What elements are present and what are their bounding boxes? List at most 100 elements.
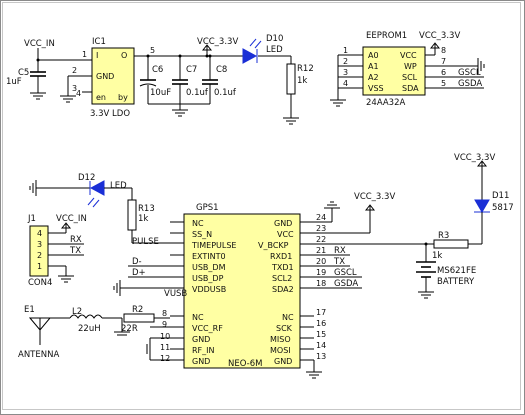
gps-rnum-13: 13 [316,352,326,361]
eeprom-num-3: 3 [343,68,348,77]
r13-value: 1k [138,214,148,224]
eeprom-num-1: 1 [343,46,348,55]
led-d12: D12 LED [29,173,133,208]
ic1-part: 3.3V LDO [90,109,130,119]
gps-rpin-23: VCC [277,230,294,239]
d11-value: 5817 [492,203,514,213]
r13-ref: R13 [138,204,155,214]
gps-net-vusb: VUSB [164,289,187,299]
gps-net-dm: D- [132,257,142,267]
gps-rpin-20: TXD1 [271,263,294,272]
eeprom-part: 24AA32A [366,98,405,108]
eeprom-pin-wp: WP [404,62,417,71]
gps-lpin-3: TIMEPULSE [191,241,236,250]
eeprom-num-4: 4 [343,79,348,88]
vcc-in-j1-label: VCC_IN [56,214,87,224]
eeprom-num-7: 7 [441,57,446,66]
battery-part: MS621FE [437,266,476,276]
gps-lnum-11: 11 [160,343,170,352]
gps-part: NEO-6M [228,359,262,369]
gps-lnum-10: 10 [160,332,170,341]
c8-ref: C8 [216,65,227,75]
ic1-ref: IC1 [92,37,106,47]
gps-net-rx: RX [334,246,346,256]
j1-num-1: 1 [37,262,42,271]
j1-part: CON4 [28,278,52,288]
gps-lpin-4: EXTINT0 [192,252,226,261]
r12-ref: R12 [297,64,314,74]
gps-rnum-22: 22 [316,235,326,244]
d10-ref: D10 [266,34,283,44]
ic1-num-5: 5 [150,46,155,55]
eeprom-pin-vss: VSS [368,84,384,93]
gps-lpin-5: USB_DM [192,263,226,272]
antenna-e1: E1 ANTENNA [18,305,70,360]
vcc33-label-eeprom: VCC_3.3V [419,31,460,41]
eeprom-net-gscl: GSCL [458,68,481,78]
ic1-num-4: 4 [76,89,81,98]
eeprom-num-8: 8 [441,46,446,55]
gps-lpin-8: NC [192,313,204,322]
gps-rnum-14: 14 [316,341,326,350]
d12-value: LED [110,181,127,191]
ic1-pin-o: O [121,51,127,60]
gps-lpin-12: GND [192,357,210,366]
j1-ref: J1 [27,214,36,224]
gps-rnum-19: 19 [316,268,326,277]
r12-value: 1k [297,76,307,86]
eeprom-num-6: 6 [441,68,446,77]
vcc33-label-d11: VCC_3.3V [454,153,495,163]
gps-lnum-9: 9 [162,320,167,329]
c6-value: 10uF [150,88,171,98]
gps-lpin-11: RF_IN [192,346,215,355]
ic1-pin-by: by [118,93,128,102]
d10-value: LED [266,45,283,55]
c7-ref: C7 [186,65,197,75]
l2-value: 22uH [78,324,101,334]
ic1-pin-i: I [96,51,98,60]
gps-lpin-7: VDDUSB [192,285,226,294]
connector-j1: J1 VCC_IN 4 3 2 1 CON4 RX TX [27,214,87,288]
gps-lnum-8: 8 [162,309,167,318]
gps-rnum-15: 15 [316,330,326,339]
gps-rpin-17: NC [282,313,294,322]
j1-net-rx: RX [70,235,82,245]
j1-num-4: 4 [37,229,42,238]
gps-rnum-23: 23 [316,224,326,233]
eeprom-pin-a1: A1 [368,62,379,71]
gps-ref: GPS1 [196,203,219,213]
eeprom-pin-vcc: VCC [400,51,417,60]
gps-lnum-12: 12 [160,354,170,363]
ic1-num-2: 2 [72,66,77,75]
gps-lpin-1: NC [192,219,204,228]
d12-ref: D12 [78,173,95,183]
gnd-caps-top [148,103,210,117]
gps-rpin-21: RXD1 [270,252,292,261]
j1-net-tx: TX [69,246,81,256]
pulse-net: PULSE [132,237,159,247]
eeprom-pin-a0: A0 [368,51,379,60]
vcc33-label-gps: VCC_3.3V [354,192,395,202]
c7-value: 0.1uf [186,88,209,98]
eeprom-net-gsda: GSDA [458,79,482,89]
eeprom-pin-scl: SCL [402,73,418,82]
gps-lpin-2: SS_N [192,230,212,239]
j1-num-3: 3 [37,240,42,249]
ic1-num-1: 1 [82,50,87,59]
vcc33-label-top: VCC_3.3V [197,37,238,47]
ic1-pin-gnd: GND [96,72,114,81]
gps-net-gsda: GSDA [334,279,358,289]
gps-rpin-24: GND [274,219,292,228]
gps-rpin-14: MOSI [270,346,291,355]
ic1-ldo: IC1 I O GND en by 1 2 3 4 5 3.3V LDO [60,37,155,119]
gps-rpin-15: MISO [270,335,291,344]
gps-net-gscl: GSCL [334,268,357,278]
gps-lpin-6: USB_DP [192,274,224,283]
c5-value: 1uF [6,77,22,87]
gps-rnum-20: 20 [316,257,326,266]
r3-value: 1k [432,251,442,261]
antenna-label: ANTENNA [18,350,59,360]
gps-lpin-10: GND [192,335,210,344]
gps-rpin-16: SCK [276,324,293,333]
led-d10: D10 LED [242,34,291,64]
